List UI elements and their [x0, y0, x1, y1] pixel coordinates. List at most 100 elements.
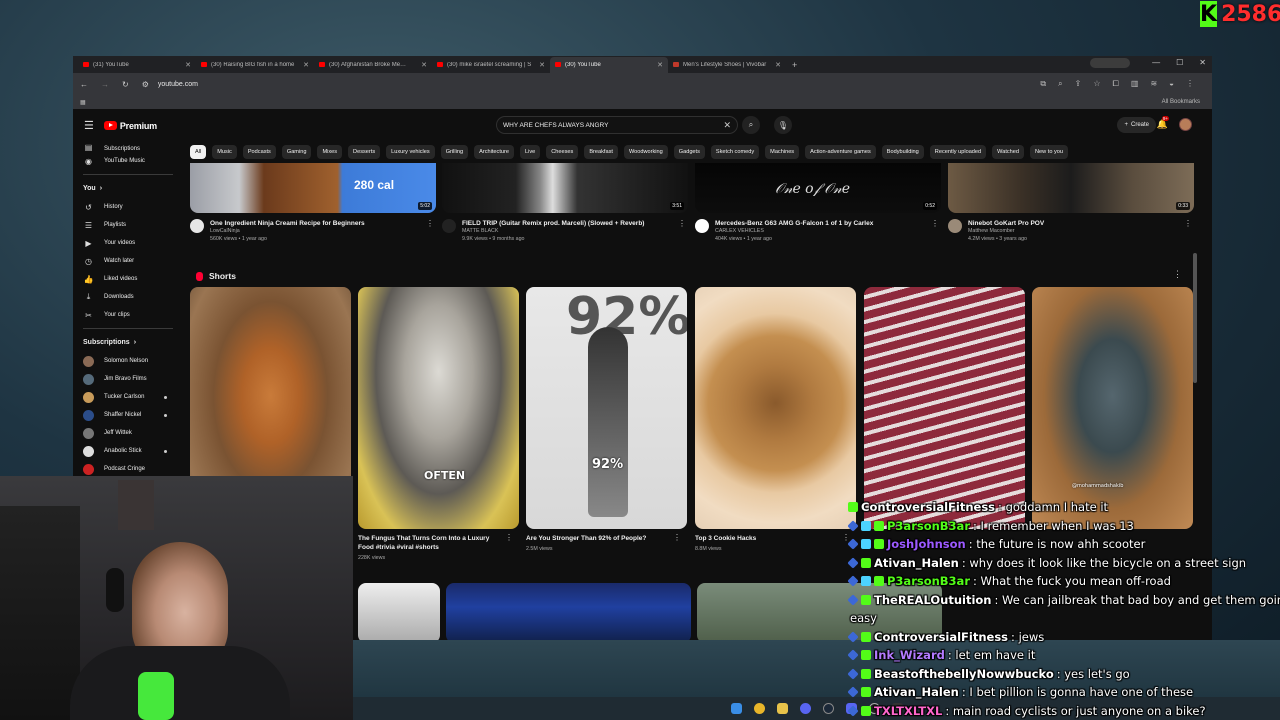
browser-tab-active[interactable]: (30) YouTube ✕ — [550, 56, 668, 73]
more-actions-icon[interactable]: ⋮ — [678, 219, 686, 228]
more-actions-icon[interactable]: ⋮ — [931, 219, 939, 228]
forward-icon[interactable]: → — [101, 80, 109, 89]
short-thumbnail[interactable]: @mohammadshakib — [1032, 287, 1193, 529]
sidebar-item-channel[interactable]: Jeff Wittek — [73, 424, 183, 442]
short-title[interactable]: Top 3 Cookie Hacks — [695, 535, 835, 544]
reload-icon[interactable]: ↻ — [122, 80, 129, 89]
new-tab-icon[interactable]: + — [792, 60, 797, 70]
close-tab-icon[interactable]: ✕ — [303, 61, 309, 69]
browser-tab[interactable]: (30) Afghanistan Broke Me… ✕ — [314, 57, 432, 73]
sidebar-item-watch-later[interactable]: ◷ Watch later — [73, 252, 183, 270]
chip[interactable]: Architecture — [474, 145, 514, 159]
short-card[interactable]: Top 3 Cookie Hacks 8.8M views ⋮ — [695, 287, 856, 552]
video-title[interactable]: Mercedes-Benz G63 AMG G-Falcon 1 of 1 by… — [715, 219, 873, 228]
more-actions-icon[interactable]: ⋮ — [505, 533, 513, 542]
short-card[interactable]: 92% 92% Are You Stronger Than 92% of Peo… — [526, 287, 687, 552]
chip[interactable]: Luxury vehicles — [386, 145, 435, 159]
chip[interactable]: Live — [519, 145, 541, 159]
sidebar-item-youtube-music[interactable]: ◉ YouTube Music — [73, 152, 183, 170]
video-thumbnail[interactable]: 𝒪𝓃𝑒 𝑜𝒻 𝒪𝓃𝑒 0:52 — [695, 163, 941, 213]
file-explorer-icon[interactable] — [776, 703, 788, 714]
close-window-icon[interactable]: ✕ — [1199, 58, 1206, 68]
close-tab-icon[interactable]: ✕ — [775, 61, 781, 69]
chip-all[interactable]: All — [190, 145, 207, 159]
chip[interactable]: Machines — [765, 145, 800, 159]
channel-avatar[interactable] — [190, 219, 204, 233]
channel-name[interactable]: LowCalNinja — [210, 228, 365, 235]
short-thumbnail[interactable] — [864, 287, 1025, 529]
share-icon[interactable]: ⇪ — [1075, 79, 1082, 89]
zoom-icon[interactable]: ⌕ — [1058, 79, 1062, 89]
url-field[interactable]: youtube.com — [158, 81, 198, 88]
close-tab-icon[interactable]: ✕ — [185, 61, 191, 69]
profile-pill[interactable] — [1090, 58, 1131, 68]
subscriptions-section-header[interactable]: Subscriptions › — [73, 333, 183, 352]
sidebar-item-channel[interactable]: Jim Bravo Films — [73, 370, 183, 388]
chip[interactable]: Music — [212, 145, 237, 159]
video-thumbnail[interactable] — [358, 583, 440, 640]
steam-icon[interactable] — [822, 703, 834, 714]
close-tab-icon[interactable]: ✕ — [539, 61, 545, 69]
more-actions-icon[interactable]: ⋮ — [673, 533, 681, 542]
channel-name[interactable]: CARLEX VEHICLES — [715, 228, 873, 235]
channel-avatar[interactable] — [948, 219, 962, 233]
install-icon[interactable]: ⧉ — [1040, 79, 1046, 89]
short-thumbnail[interactable]: 92% 92% — [526, 287, 687, 529]
video-thumbnail[interactable]: 3:51 — [442, 163, 688, 213]
shorts-more-icon[interactable]: ⋮ — [1173, 269, 1182, 280]
sidebar-item-liked-videos[interactable]: 👍 Liked videos — [73, 270, 183, 288]
sidebar-item-your-clips[interactable]: ✂ Your clips — [73, 306, 183, 324]
menu-icon[interactable]: ⋮ — [1186, 79, 1194, 89]
sidebar-item-channel[interactable]: Shaffer Nickel — [73, 406, 183, 424]
sidebar-item-downloads[interactable]: ⤓ Downloads — [73, 288, 183, 306]
chip[interactable]: New to you — [1030, 145, 1068, 159]
video-title[interactable]: One Ingredient Ninja Creami Recipe for B… — [210, 219, 365, 228]
create-button[interactable]: + Create — [1117, 117, 1156, 133]
hamburger-menu-icon[interactable]: ☰ — [84, 119, 94, 132]
more-actions-icon[interactable]: ⋮ — [1184, 219, 1192, 228]
video-thumbnail[interactable] — [446, 583, 691, 640]
chip[interactable]: Woodworking — [623, 145, 668, 159]
video-card[interactable]: 𝒪𝓃𝑒 𝑜𝒻 𝒪𝓃𝑒 0:52 Mercedes-Benz G63 AMG G-… — [695, 163, 941, 243]
chip[interactable]: Cheeses — [546, 145, 579, 159]
avatar[interactable] — [1179, 118, 1192, 131]
chip[interactable]: Sketch comedy — [710, 145, 760, 159]
voice-search-button[interactable]: 🎙 — [774, 116, 792, 134]
video-thumbnail[interactable]: 0:33 — [948, 163, 1194, 213]
close-tab-icon[interactable]: ✕ — [421, 61, 427, 69]
chip[interactable]: Watched — [992, 145, 1025, 159]
chrome-icon[interactable] — [753, 703, 765, 714]
clear-search-icon[interactable]: ✕ — [723, 120, 731, 131]
channel-name[interactable]: MATTE BLACK — [462, 228, 644, 235]
chip[interactable]: Breakfast — [584, 145, 618, 159]
short-thumbnail[interactable] — [695, 287, 856, 529]
chip[interactable]: Desserts — [348, 145, 381, 159]
sidebar-item-subscriptions[interactable]: ▤ Subscriptions — [73, 142, 183, 152]
sidepanel-icon[interactable]: ▥ — [1131, 79, 1139, 89]
chip[interactable]: Action-adventure games — [805, 145, 876, 159]
sidebar-item-channel[interactable]: Solomon Nelson — [73, 352, 183, 370]
chip[interactable]: Bodybuilding — [881, 145, 924, 159]
chip[interactable]: Gadgets — [673, 145, 705, 159]
apps-grid-icon[interactable]: ▦ — [80, 99, 86, 106]
maximize-icon[interactable]: ☐ — [1176, 58, 1183, 68]
chip[interactable]: Grilling — [440, 145, 469, 159]
browser-tab[interactable]: (30) mike israetel screaming | S ✕ — [432, 57, 550, 73]
channel-avatar[interactable] — [442, 219, 456, 233]
cast-icon[interactable]: ≋ — [1150, 79, 1157, 89]
you-section-header[interactable]: You › — [73, 179, 183, 198]
browser-tab[interactable]: Men's Lifestyle Shoes | Vivobar ✕ — [668, 57, 786, 73]
profile-icon[interactable]: ◒ — [1169, 79, 1174, 89]
sidebar-item-your-videos[interactable]: ▶ Your videos — [73, 234, 183, 252]
sidebar-item-playlists[interactable]: ☰ Playlists — [73, 216, 183, 234]
app-icon[interactable] — [799, 703, 811, 714]
short-card[interactable] — [864, 287, 1025, 529]
extensions-icon[interactable]: ⧠ — [1112, 79, 1118, 89]
minimize-icon[interactable]: — — [1152, 58, 1160, 68]
video-thumbnail[interactable]: 280 cal 5:02 — [190, 163, 436, 213]
video-card[interactable]: 0:33 Ninebot GoKart Pro POV Matthew Macom… — [948, 163, 1194, 243]
close-tab-icon[interactable]: ✕ — [657, 61, 663, 69]
search-button[interactable]: ⌕ — [742, 116, 760, 134]
chip[interactable]: Recently uploaded — [929, 145, 987, 159]
video-title[interactable]: FIELD TRIP (Guitar Remix prod. Marceli) … — [462, 219, 644, 228]
